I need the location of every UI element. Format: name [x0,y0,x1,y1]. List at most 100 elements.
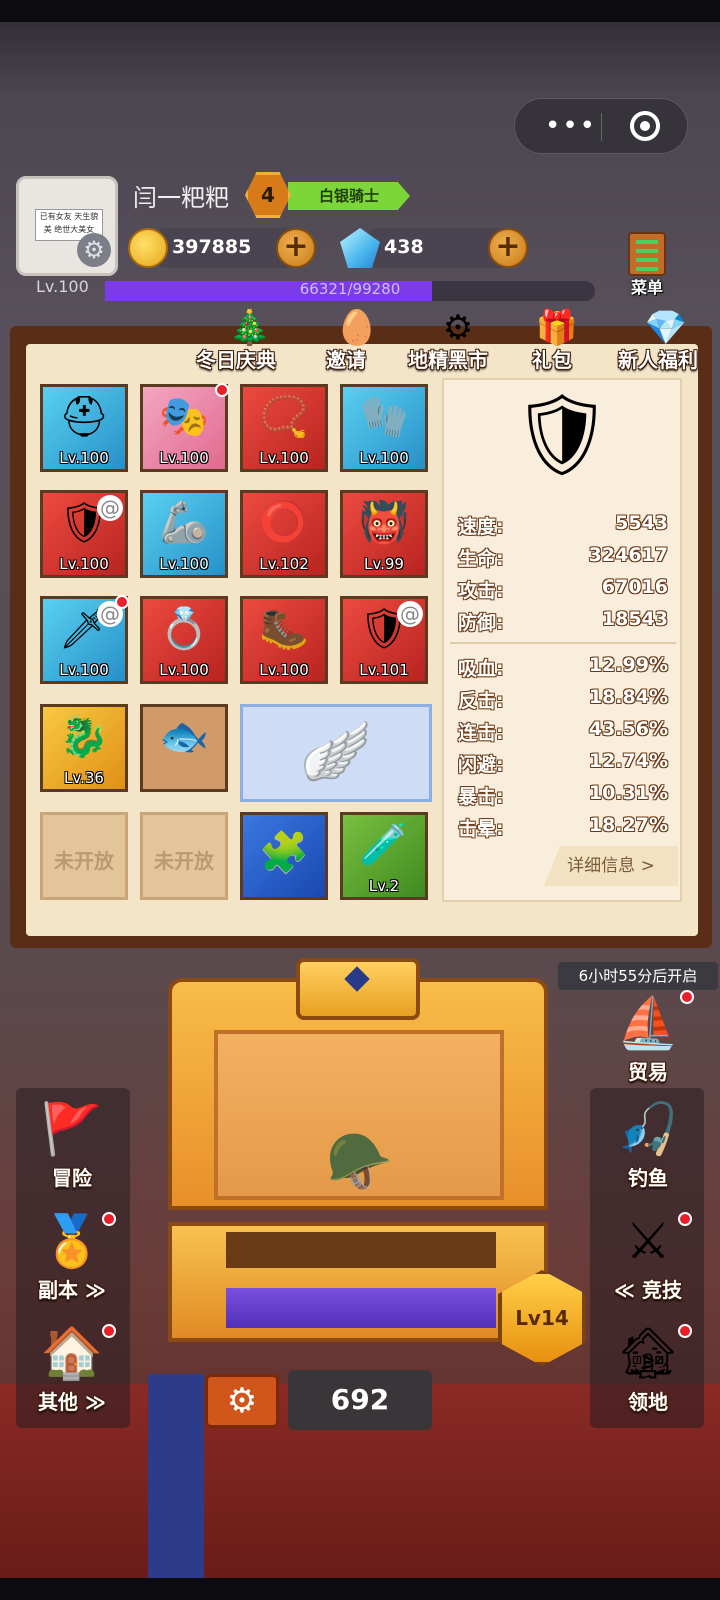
slot-level: Lv.100 [159,661,209,679]
locked-label: 未开放 [54,849,114,873]
upgrade-swirl-icon: @ [397,601,423,627]
gem-value: 438 [384,236,424,258]
equip-slot-belt[interactable]: ⭕ Lv.102 [240,490,328,578]
add-gold-button[interactable]: + [276,228,316,268]
stat-hp: 生命: 324617 [458,544,668,572]
event-label: 礼包 [532,348,572,372]
equip-slot-gauntlet[interactable]: 🧤 Lv.100 [340,384,428,472]
equip-slot-shield[interactable]: 🛡 Lv.101 @ [340,596,428,684]
stat-label: 反击: [458,690,504,712]
more-icon[interactable]: ••• [545,111,597,141]
shoulder-icon: 👹 [359,500,409,546]
potion-slot[interactable]: 🧪 Lv.2 [340,812,428,900]
bracer-icon: 🦾 [159,500,209,546]
territory-button[interactable]: 🏚 领地 [596,1320,700,1424]
stat-combo: 连击: 43.56% [458,718,668,746]
equip-slot-mask[interactable]: 🎭 Lv.100 [140,383,229,472]
menu-button[interactable]: 菜单 [622,232,672,300]
details-button[interactable]: 详细信息 > [544,846,678,886]
rank-badge: 4 [245,172,291,218]
fishing-icon: 🎣 [616,1100,680,1158]
trade-timer: 6小时55分后开启 [558,962,718,990]
equip-slot-ring[interactable]: 💍 Lv.100 [140,596,228,684]
equip-slot-boots[interactable]: 🥾 Lv.100 [240,596,328,684]
stat-value: 324617 [588,544,668,566]
event-label: 新人福利 [618,348,698,372]
amulet-icon: 🧩 [259,830,309,876]
chest-opening [226,1232,496,1268]
notification-dot [678,1212,692,1226]
trade-button[interactable]: ⛵ 贸易 [596,990,700,1094]
stat-value: 12.99% [588,654,668,676]
fishing-button[interactable]: 🎣 钓鱼 [596,1096,700,1200]
stat-label: 闪避: [458,754,504,776]
locked-label: 未开放 [154,849,214,873]
slot-level: Lv.100 [259,661,309,679]
status-bar [0,0,720,22]
notification-dot [680,990,694,1004]
egg-icon: 🥚 [335,308,379,348]
equip-slot-necklace[interactable]: 📿 Lv.100 [240,384,328,472]
stat-attack: 攻击: 67016 [458,576,668,604]
stat-defense: 防御: 18543 [458,608,668,636]
locked-slot[interactable]: 未开放 [40,812,128,900]
other-button[interactable]: 🏠 其他 ≫ [20,1320,124,1424]
trade-label: 贸易 [628,1060,668,1084]
dungeon-button[interactable]: 🏅 副本 ≫ [20,1208,124,1312]
wings-slot[interactable]: 🪽 [240,704,432,802]
stat-crit: 暴击: 10.31% [458,782,668,810]
upgrade-swirl-icon: @ [97,495,123,521]
amulet-slot[interactable]: 🧩 [240,812,328,900]
avatar-settings-icon[interactable]: ⚙ [77,233,111,267]
menu-scroll-icon [628,232,666,276]
adventure-label: 冒险 [52,1166,92,1190]
chest-reward-icon[interactable]: 🪖 [322,1130,398,1200]
notification-dot [678,1324,692,1338]
notification-dot [102,1212,116,1226]
event-newbie-welfare[interactable]: 💎 新人福利 [618,308,714,372]
stat-stun: 击晕: 18.27% [458,814,668,842]
slot-level: Lv.101 [359,661,409,679]
locked-slot[interactable]: 未开放 [140,812,228,900]
gear-portal-icon: ⚙ [442,308,474,348]
event-gift-pack[interactable]: 🎁 礼包 [526,308,588,372]
add-gems-button[interactable]: + [488,228,528,268]
arena-label: ≪ 竞技 [614,1278,682,1302]
equip-slot-bracer[interactable]: 🦾 Lv.100 [140,490,228,578]
potion-icon: 🧪 [359,822,409,868]
stat-label: 生命: [458,548,504,570]
equip-slot-armor[interactable]: 🛡 Lv.100 @ [40,490,128,578]
event-label: 邀请 [326,348,366,372]
equip-slot-sword[interactable]: 🗡 Lv.100 @ [40,595,129,684]
slot-level: Lv.102 [259,555,309,573]
nav-bar [0,1578,720,1600]
stat-lifesteal: 吸血: 12.99% [458,654,668,682]
stat-value: 12.74% [588,750,668,772]
event-winter-festival[interactable]: 🎄 冬日庆典 [196,308,304,372]
adventure-button[interactable]: 🚩 冒险 [20,1096,124,1200]
event-invite[interactable]: 🥚 邀请 [326,308,388,372]
gem-chest-icon: 💎 [644,308,688,348]
stat-speed: 速度: 5543 [458,512,668,540]
arena-button[interactable]: ⚔ ≪ 竞技 [596,1208,700,1312]
slot-level: Lv.2 [368,877,400,895]
stat-value: 18.84% [588,686,668,708]
hero-portrait-icon[interactable]: 🛡 [444,388,680,482]
event-goblin-market[interactable]: ⚙ 地精黑市 [408,308,508,372]
dungeon-label: 副本 ≫ [38,1278,106,1302]
equip-slot-fish[interactable]: 🐟 [140,704,228,792]
necklace-icon: 📿 [259,394,309,440]
close-icon[interactable] [630,111,660,141]
stat-value: 18543 [601,608,668,630]
territory-label: 领地 [628,1390,668,1414]
avatar[interactable]: 已有女友 天生貌美 绝世大美女 ⚙ [16,176,118,276]
equip-slot-helmet[interactable]: ⛑ Lv.100 [40,384,128,472]
stat-label: 暴击: [458,786,504,808]
equip-slot-pet[interactable]: 🐉 Lv.36 [40,704,128,792]
chest-count: 692 [288,1370,432,1430]
gold-value: 397885 [172,236,252,258]
capsule-divider [601,113,602,141]
equip-slot-shoulder[interactable]: 👹 Lv.99 [340,490,428,578]
settings-gear-button[interactable]: ⚙ [205,1374,279,1428]
rank-title: 白银骑士 [288,182,410,210]
